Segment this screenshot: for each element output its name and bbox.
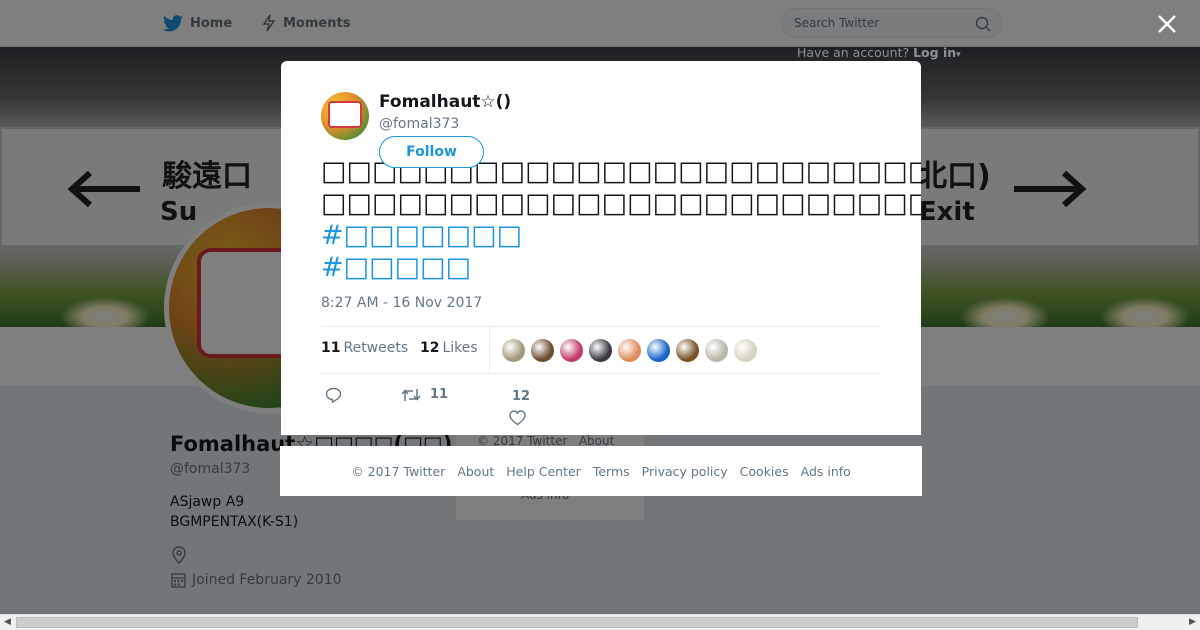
tweet-avatar[interactable] bbox=[321, 92, 369, 140]
hashtag-link[interactable]: #□□□□□ bbox=[321, 252, 921, 284]
liker-avatar[interactable] bbox=[675, 338, 700, 363]
scroll-left-icon[interactable]: ◀ bbox=[0, 615, 15, 630]
footer-ads-link[interactable]: Ads info bbox=[801, 464, 851, 479]
avatar-plate bbox=[328, 101, 362, 128]
tweet-author-name[interactable]: Fomalhaut☆() bbox=[379, 92, 511, 112]
retweet-count: 11 bbox=[430, 387, 449, 402]
liker-avatar[interactable] bbox=[733, 338, 758, 363]
login-link[interactable]: Log in bbox=[913, 45, 956, 60]
tweet-modal: Fomalhaut☆() @fomal373 □□□□□□□□□□□□□□□□□… bbox=[281, 61, 921, 435]
scroll-right-icon[interactable]: ▶ bbox=[1185, 615, 1200, 630]
tweet-text: □□□□□□□□□□□□□□□□□□□□□□□□ □□□□□□□□□□□□□□□□… bbox=[321, 156, 921, 284]
scrollbar-thumb[interactable] bbox=[16, 617, 1138, 628]
footer-terms-link[interactable]: Terms bbox=[593, 464, 630, 479]
retweets-label: Retweets bbox=[343, 340, 409, 356]
retweets-count: 11 bbox=[321, 340, 341, 356]
heart-icon[interactable] bbox=[509, 410, 526, 426]
tweet-author-handle[interactable]: @fomal373 bbox=[379, 116, 459, 132]
tweet-actions: 11 12 bbox=[321, 381, 881, 431]
liker-avatar[interactable] bbox=[501, 338, 526, 363]
liker-avatar[interactable] bbox=[646, 338, 671, 363]
liker-avatar[interactable] bbox=[530, 338, 555, 363]
login-prompt: Have an account? Log in▾ bbox=[797, 45, 961, 60]
liker-avatars bbox=[501, 338, 762, 363]
have-account-text: Have an account? bbox=[797, 45, 910, 60]
modal-footer: © 2017 Twitter About Help Center Terms P… bbox=[280, 446, 922, 496]
likes-label: Likes bbox=[442, 340, 478, 356]
hashtag-link[interactable]: #□□□□□□□ bbox=[321, 220, 921, 252]
reply-icon bbox=[325, 387, 342, 403]
reply-button[interactable] bbox=[325, 387, 342, 403]
footer-privacy-link[interactable]: Privacy policy bbox=[642, 464, 728, 479]
retweet-icon bbox=[401, 388, 421, 401]
retweets-stat[interactable]: 11 Retweets bbox=[321, 340, 408, 356]
liker-avatar[interactable] bbox=[588, 338, 613, 363]
stats-divider bbox=[489, 327, 490, 374]
liker-avatar[interactable] bbox=[617, 338, 642, 363]
follow-button[interactable]: Follow bbox=[379, 136, 484, 168]
tweet-timestamp[interactable]: 8:27 AM - 16 Nov 2017 bbox=[321, 295, 482, 311]
tweet-stats: 11 Retweets 12 Likes bbox=[321, 326, 881, 374]
tweet-text-line: □□□□□□□□□□□□□□□□□□□□□□□□□□□□□□□□□□□□□□□ bbox=[321, 188, 921, 219]
like-count: 12 bbox=[512, 389, 531, 404]
liker-avatar[interactable] bbox=[704, 338, 729, 363]
retweet-button[interactable]: 11 bbox=[401, 387, 448, 402]
liker-avatar[interactable] bbox=[559, 338, 584, 363]
footer-cookies-link[interactable]: Cookies bbox=[740, 464, 789, 479]
caret-down-icon[interactable]: ▾ bbox=[956, 50, 961, 60]
close-icon[interactable] bbox=[1155, 12, 1179, 36]
likes-count: 12 bbox=[420, 340, 440, 356]
likes-stat[interactable]: 12 Likes bbox=[420, 340, 478, 356]
footer-about-link[interactable]: About bbox=[457, 464, 494, 479]
footer-copyright: © 2017 Twitter bbox=[351, 463, 446, 479]
footer-help-link[interactable]: Help Center bbox=[506, 464, 581, 479]
horizontal-scrollbar[interactable]: ◀ ▶ bbox=[0, 614, 1200, 630]
